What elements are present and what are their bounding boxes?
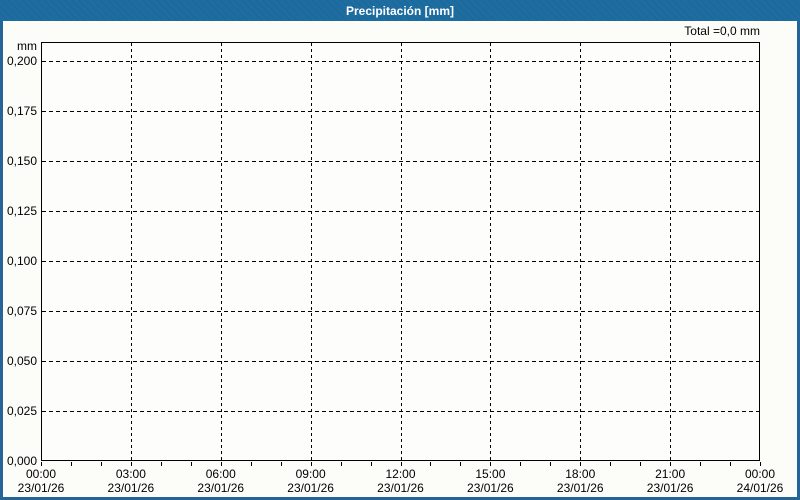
x-tick-time-label: 18:00: [565, 467, 596, 481]
v-gridline: [490, 43, 492, 460]
y-tick-label: 0,000: [6, 454, 37, 468]
x-minor-tick: [760, 462, 761, 466]
v-gridline: [670, 43, 672, 460]
x-tick-label: 09:00 23/01/26: [276, 467, 346, 495]
x-tick-time-label: 15:00: [475, 467, 506, 481]
x-tick-date-label: 23/01/26: [17, 481, 65, 495]
x-tick-label: 03:00 23/01/26: [96, 467, 166, 495]
precipitation-chart-window: Precipitación [mm] Total =0,0 mm mm 0,20…: [0, 0, 800, 500]
y-tick-label: 0,200: [6, 54, 37, 68]
x-tick-time-label: 12:00: [385, 467, 416, 481]
x-tick-label: 00:00 23/01/26: [6, 467, 76, 495]
x-minor-tick: [580, 462, 582, 466]
total-annotation: Total =0,0 mm: [684, 24, 760, 38]
x-tick-date-label: 23/01/26: [197, 481, 245, 495]
v-gridline: [220, 43, 222, 460]
x-tick-date-label: 23/01/26: [556, 481, 604, 495]
x-tick-time-label: 06:00: [205, 467, 236, 481]
y-tick-label: 0,100: [6, 254, 37, 268]
x-minor-tick: [41, 462, 42, 466]
x-minor-tick: [400, 462, 402, 466]
x-tick-time-label: 21:00: [655, 467, 686, 481]
y-tick-label: 0,025: [6, 404, 37, 418]
x-minor-tick: [310, 462, 312, 466]
x-tick-date-label: 23/01/26: [646, 481, 694, 495]
x-minor-tick: [670, 462, 672, 466]
y-tick-label: 0,150: [6, 154, 37, 168]
x-minor-tick: [160, 462, 162, 466]
chart-title-bar: Precipitación [mm]: [0, 0, 800, 21]
x-minor-tick: [550, 462, 552, 466]
x-minor-tick: [490, 462, 492, 466]
y-tick-label: 0,175: [6, 104, 37, 118]
x-minor-tick: [70, 462, 72, 466]
x-minor-tick: [520, 462, 522, 466]
x-tick-date-label: 24/01/26: [736, 481, 784, 495]
x-tick-date-label: 23/01/26: [107, 481, 155, 495]
x-minor-tick: [340, 462, 342, 466]
x-tick-time-label: 03:00: [115, 467, 146, 481]
x-minor-tick: [700, 462, 702, 466]
x-tick-time-label: 00:00: [25, 467, 57, 481]
x-tick-time-label: 09:00: [295, 467, 326, 481]
plot-area: [41, 42, 760, 461]
x-tick-label: 18:00 23/01/26: [545, 467, 615, 495]
y-tick-label: 0,125: [6, 204, 37, 218]
x-minor-tick: [460, 462, 462, 466]
x-minor-tick: [220, 462, 222, 466]
x-minor-tick: [190, 462, 192, 466]
v-gridline: [130, 43, 132, 460]
y-tick-label: 0,050: [6, 354, 37, 368]
x-tick-date-label: 23/01/26: [287, 481, 334, 495]
y-axis-unit-label: mm: [17, 39, 37, 53]
x-minor-tick: [250, 462, 252, 466]
chart-title: Precipitación [mm]: [345, 3, 455, 18]
x-minor-tick: [430, 462, 432, 466]
x-tick-label: 15:00 23/01/26: [455, 467, 525, 495]
x-tick-time-label: 00:00: [744, 467, 776, 481]
v-gridline: [580, 43, 582, 460]
x-minor-tick: [100, 462, 102, 466]
x-minor-tick: [610, 462, 612, 466]
x-minor-tick: [130, 462, 132, 466]
x-minor-tick: [730, 462, 732, 466]
x-minor-tick: [640, 462, 642, 466]
x-tick-date-label: 23/01/26: [467, 481, 514, 495]
x-tick-label: 06:00 23/01/26: [186, 467, 256, 495]
v-gridline: [400, 43, 402, 460]
x-minor-tick: [370, 462, 372, 466]
x-minor-tick: [280, 462, 282, 466]
x-tick-label: 21:00 23/01/26: [635, 467, 705, 495]
y-axis-labels: mm 0,200 0,175 0,150 0,125 0,100 0,075 0,050 0,…: [0, 0, 37, 500]
x-tick-date-label: 23/01/26: [377, 481, 424, 495]
v-gridline: [310, 43, 312, 460]
x-tick-label: 00:00 24/01/26: [725, 467, 795, 495]
x-tick-label: 12:00 23/01/26: [366, 467, 436, 495]
y-tick-label: 0,075: [6, 304, 37, 318]
